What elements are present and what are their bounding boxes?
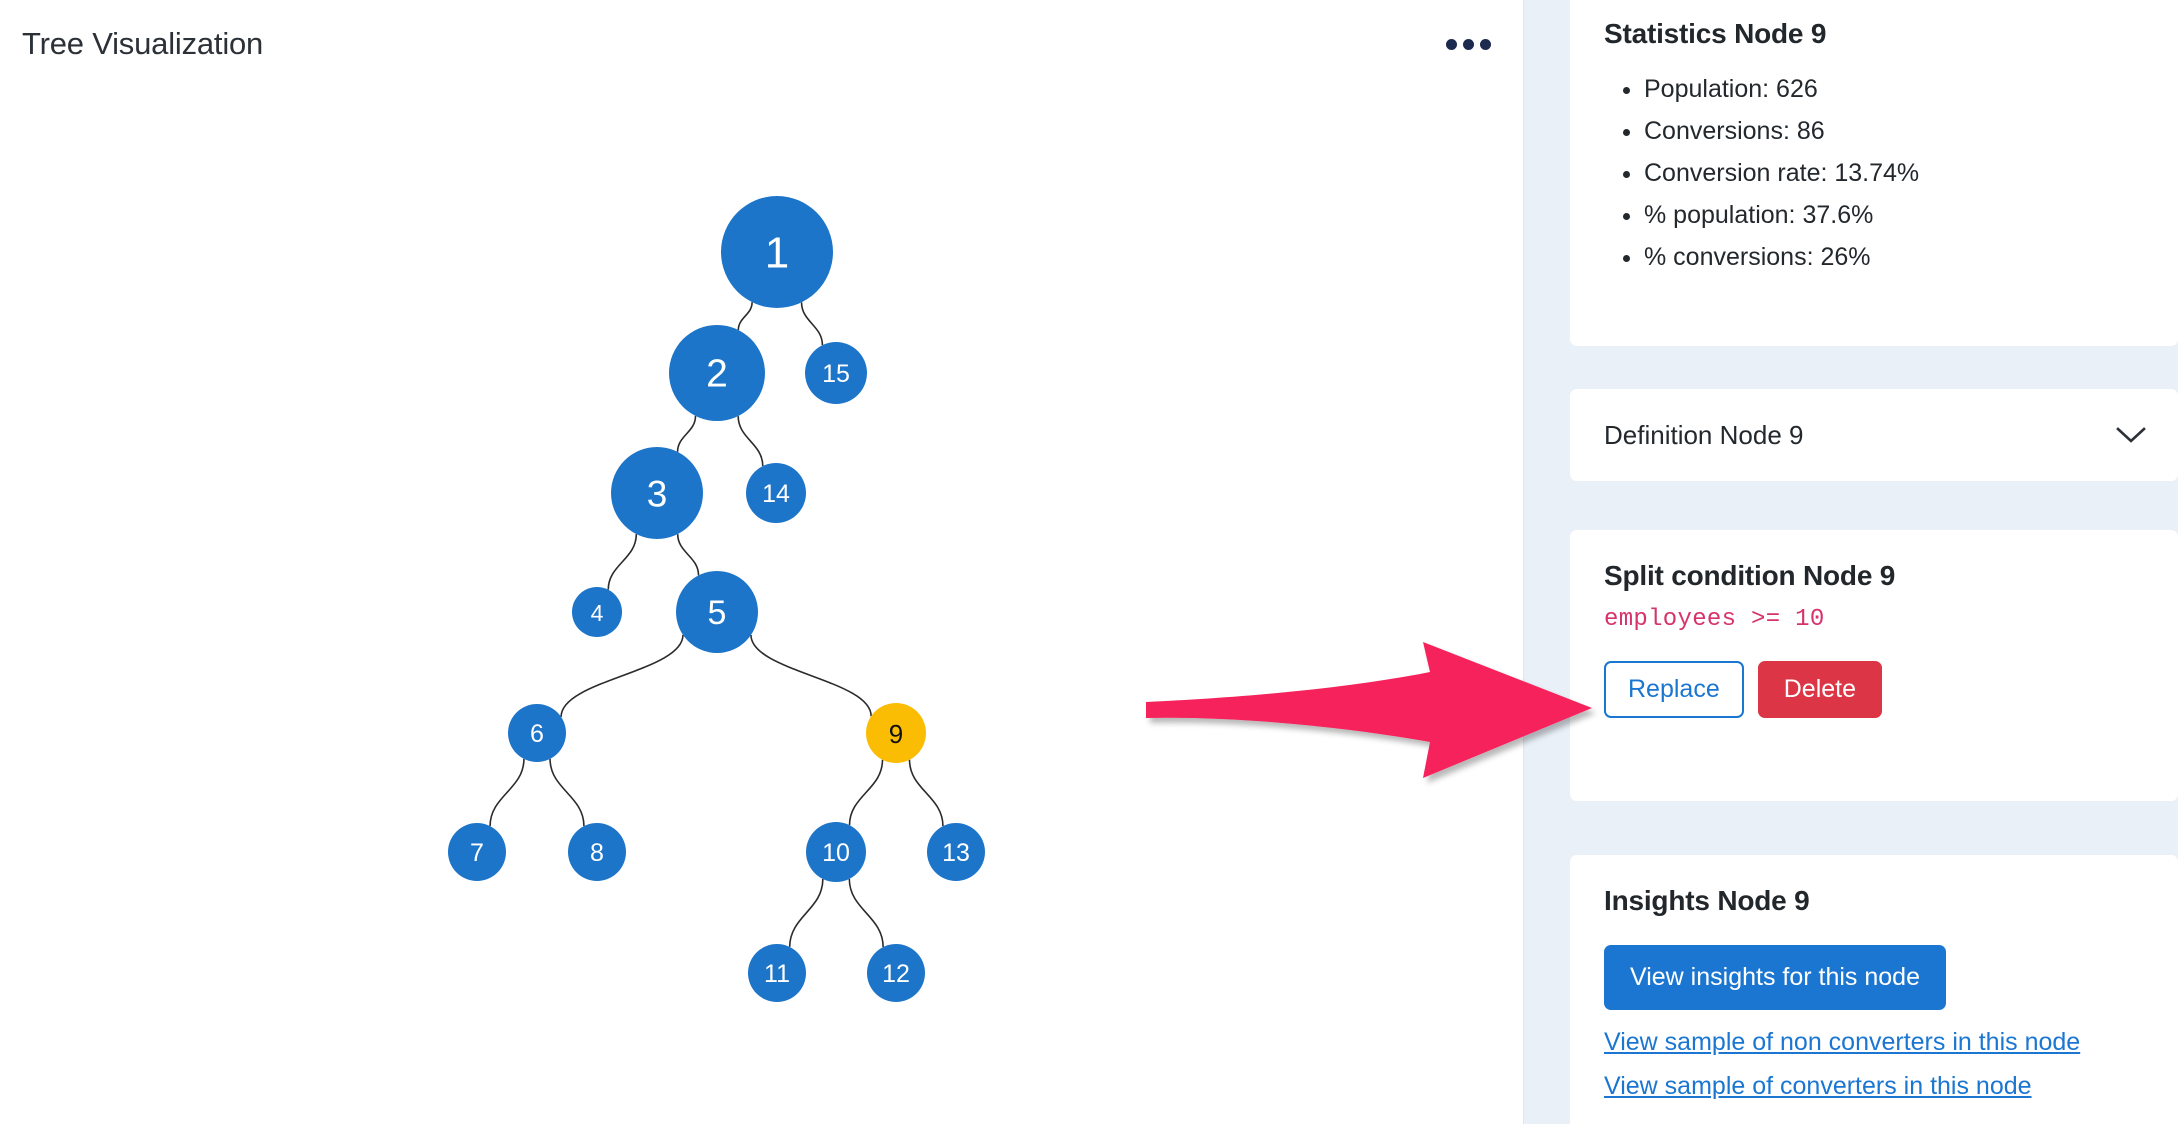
delete-button[interactable]: Delete [1757,661,1882,718]
split-condition-card: Split condition Node 9 employees >= 10 R… [1570,530,2178,801]
tree-edge [848,759,884,826]
definition-card[interactable]: Definition Node 9 [1570,389,2178,481]
node-label: 9 [889,719,903,749]
split-condition-title: Split condition Node 9 [1604,560,1896,591]
tree-node-4[interactable]: 4 [572,587,622,637]
node-label: 10 [822,839,850,867]
tree-node-3[interactable]: 3 [611,447,703,539]
tree-edge [908,759,944,827]
tree-edge [800,302,824,346]
chevron-down-icon[interactable] [2114,418,2148,452]
statistics-item: % conversions: 26% [1644,236,2144,278]
node-label: 14 [762,480,790,508]
node-label: 2 [706,353,728,396]
tree-node-7[interactable]: 7 [448,823,506,881]
statistics-title: Statistics Node 9 [1604,18,1827,49]
insights-title: Insights Node 9 [1604,885,1810,916]
node-label: 7 [470,839,484,867]
insights-links: View sample of non converters in this no… [1604,1020,2144,1108]
node-label: 6 [530,720,544,748]
definition-label: Definition Node 9 [1604,419,1804,450]
statistics-list: Population: 626Conversions: 86Conversion… [1604,68,2144,278]
tree-visualization-app: Tree Visualization 1 2 15 3 14 4 5 6 9 7 8 10 13 11 12 [0,0,2178,1124]
node-label: 11 [764,960,790,988]
statistics-item: % population: 37.6% [1644,194,2144,236]
tree-edge [607,534,638,590]
tree-node-15[interactable]: 15 [805,342,867,404]
tree-node-11[interactable]: 11 [748,944,806,1002]
tree-node-6[interactable]: 6 [508,704,566,762]
tree-edge [788,878,824,947]
statistics-item: Conversion rate: 13.74% [1644,152,2144,194]
tree-edge [549,758,585,827]
tree-node-14[interactable]: 14 [746,463,806,523]
tree-edge [489,758,525,827]
tree-canvas: 1 2 15 3 14 4 5 6 9 7 8 10 13 11 12 [0,0,1524,1124]
tree-edge [750,634,872,717]
tree-edge [676,415,697,452]
node-label: 4 [591,600,604,626]
insights-card: Insights Node 9 View insights for this n… [1570,855,2178,1124]
node-label: 8 [590,839,604,867]
tree-node-layer: 12 153 144 56 97 8 10 1311 12 [448,196,985,1002]
tree-edge [560,634,684,717]
split-condition-actions: Replace Delete [1604,661,2144,718]
tree-edge [676,534,700,576]
node-label: 5 [708,594,727,632]
view-insights-button[interactable]: View insights for this node [1604,945,1946,1010]
statistics-card: Statistics Node 9 Population: 626Convers… [1570,0,2178,346]
tree-node-12[interactable]: 12 [867,944,925,1002]
split-condition-expression: employees >= 10 [1604,606,1825,633]
tree-node-10[interactable]: 10 [806,822,866,882]
node-label: 15 [822,360,850,388]
tree-edge [848,878,884,948]
tree-edge [737,302,753,331]
node-label: 12 [882,960,910,988]
tree-node-9[interactable]: 9 [866,703,926,763]
statistics-item: Conversions: 86 [1644,110,2144,152]
insights-link[interactable]: View sample of converters in this node [1604,1064,2144,1108]
tree-graph: 12 153 144 56 97 8 10 1311 12 [448,196,985,1002]
tree-panel: Tree Visualization 1 2 15 3 14 4 5 6 9 7 8 10 13 11 12 [0,0,1592,1124]
tree-node-13[interactable]: 13 [927,823,985,881]
tree-node-2[interactable]: 2 [669,325,765,421]
node-label: 3 [647,474,668,515]
tree-node-1[interactable]: 1 [721,196,833,308]
insights-link[interactable]: View sample of non converters in this no… [1604,1020,2144,1064]
tree-node-8[interactable]: 8 [568,823,626,881]
replace-button[interactable]: Replace [1604,661,1744,718]
tree-node-5[interactable]: 5 [676,571,758,653]
node-label: 13 [942,839,970,867]
node-details-sidebar: Statistics Node 9 Population: 626Convers… [1524,0,2178,1124]
node-label: 1 [765,229,789,278]
tree-edge [737,416,764,467]
statistics-item: Population: 626 [1644,68,2144,110]
